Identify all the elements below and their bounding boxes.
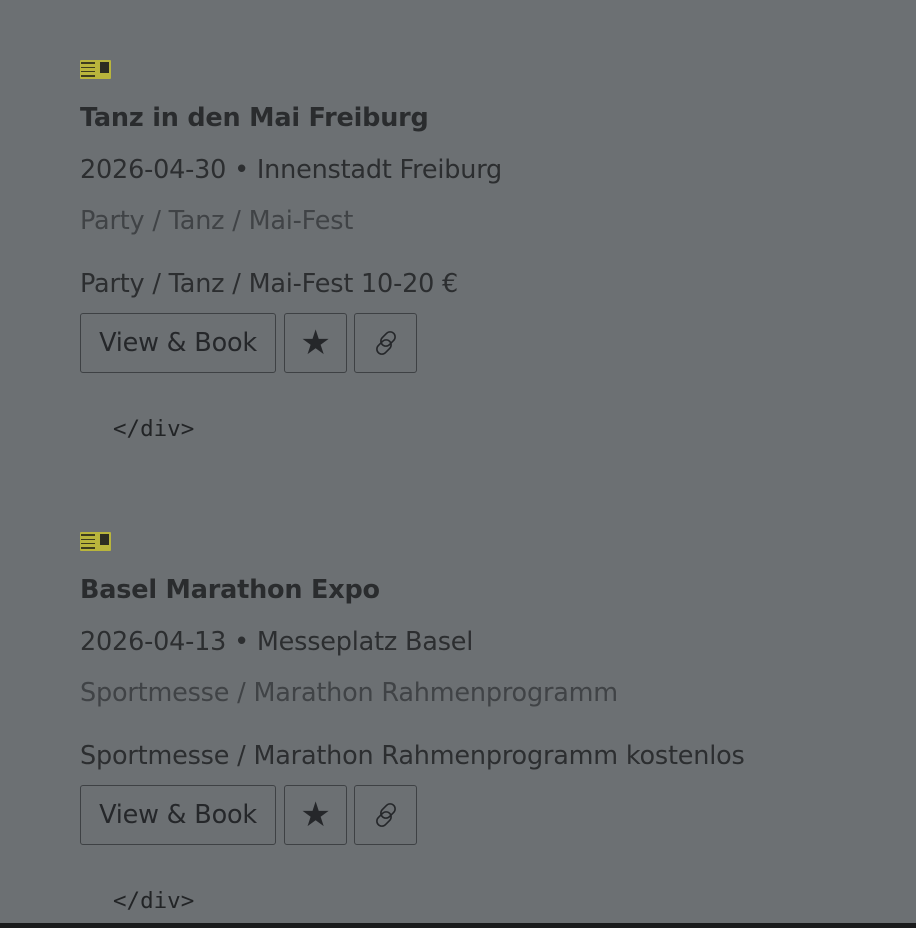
star-icon: ★: [300, 323, 331, 363]
view-book-button[interactable]: View & Book: [80, 785, 276, 845]
event-title: Tanz in den Mai Freiburg: [80, 103, 429, 133]
link-icon: [375, 803, 396, 827]
event-category: Sportmesse / Marathon Rahmenprogramm: [80, 678, 618, 708]
event-category: Party / Tanz / Mai-Fest: [80, 206, 354, 236]
event-date-location: 2026-04-13 • Messeplatz Basel: [80, 627, 474, 657]
copy-link-button[interactable]: [354, 785, 417, 845]
event-thumbnail-image: [80, 532, 111, 551]
event-description: Party / Tanz / Mai-Fest 10-20 €: [80, 269, 459, 299]
closing-div-code: </div>: [113, 888, 195, 914]
event-card: Basel Marathon Expo 2026-04-13 • Messepl…: [80, 532, 880, 914]
event-title: Basel Marathon Expo: [80, 575, 380, 605]
view-book-button[interactable]: View & Book: [80, 313, 276, 373]
event-card: Tanz in den Mai Freiburg 2026-04-30 • In…: [80, 60, 880, 442]
event-thumbnail-image: [80, 60, 111, 79]
link-icon: [375, 331, 396, 355]
event-date-location: 2026-04-30 • Innenstadt Freiburg: [80, 155, 503, 185]
bottom-edge-bar: [0, 923, 916, 928]
event-description: Sportmesse / Marathon Rahmenprogramm kos…: [80, 741, 745, 771]
star-icon: ★: [300, 795, 331, 835]
copy-link-button[interactable]: [354, 313, 417, 373]
closing-div-code: </div>: [113, 416, 195, 442]
favorite-star-button[interactable]: ★: [284, 785, 347, 845]
favorite-star-button[interactable]: ★: [284, 313, 347, 373]
